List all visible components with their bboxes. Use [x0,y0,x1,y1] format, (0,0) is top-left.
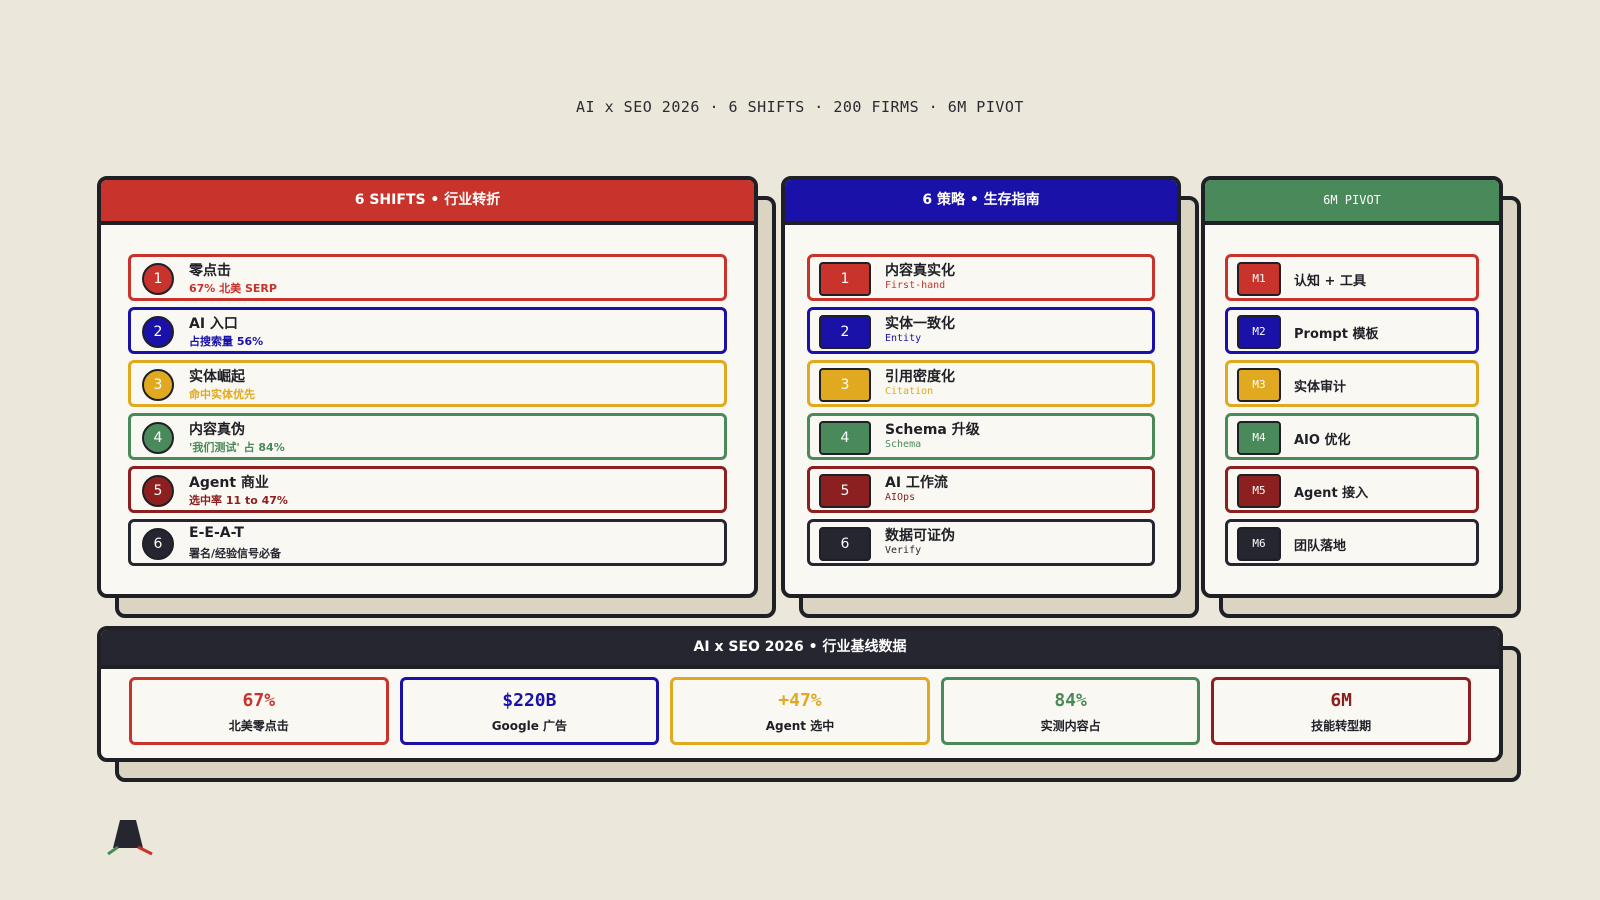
stat-card: 6M 技能转型期 [1211,677,1471,745]
strategy-item: 2 实体一致化 Entity [807,307,1155,354]
shift-title: 实体崛起 [189,369,245,385]
stat-card: 67% 北美零点击 [129,677,389,745]
strategy-number-badge: 5 [819,474,871,508]
shift-number-badge: 3 [142,369,174,401]
shift-title: 零点击 [189,263,231,279]
stat-value: 6M [1330,690,1353,711]
strategy-number-badge: 6 [819,527,871,561]
pivot-header: 6M PIVOT [1205,180,1499,225]
pivot-item: M5 Agent 接入 [1225,466,1479,513]
shift-number-badge: 6 [142,528,174,560]
strategies-card-body: 6 策略 • 生存指南 1 内容真实化 First-hand 2 实体一致化 Entity… [781,176,1181,598]
stat-card: 84% 实测内容占 [940,677,1201,745]
strategy-title: 内容真实化 [885,263,955,279]
stat-value: 84% [1054,690,1087,711]
shifts-list: 1 零点击 67% 北美 SERP 2 AI 入口占搜索量 56% 3 实体崛起命中实体优先… [128,254,727,572]
strategy-item: 6 数据可证伪 Verify [807,519,1155,566]
pivot-step-badge: M3 [1237,368,1281,402]
strategy-number-badge: 2 [819,315,871,349]
strategies-list: 1 内容真实化 First-hand 2 实体一致化 Entity 3 引用密度化 Citati… [807,254,1155,572]
pivot-step-badge: M6 [1237,527,1281,561]
shift-item: 3 实体崛起命中实体优先 [128,360,727,407]
stat-card: +47% Agent 选中 [670,677,930,745]
pivot-item: M6 团队落地 [1225,519,1479,566]
strategy-title: 数据可证伪 [885,528,955,544]
strategy-item: 3 引用密度化 Citation [807,360,1155,407]
stat-label: 技能转型期 [1311,719,1372,733]
shift-number-badge: 1 [142,263,174,295]
strategy-number-badge: 3 [819,368,871,402]
pivot-item: M2 Prompt 模板 [1225,307,1479,354]
shift-title: 内容真伪 [189,422,245,438]
pivot-title: Prompt 模板 [1294,327,1379,342]
strategy-subtitle: Schema [885,439,922,450]
pivot-item: M1 认知 + 工具 [1225,254,1479,301]
pivot-step-badge: M4 [1237,421,1281,455]
shift-number-badge: 4 [142,422,174,454]
strategy-number-badge: 1 [819,262,871,296]
stat-value: 67% [242,690,276,711]
strategy-subtitle: Verify [885,545,922,556]
pivot-list: M1 认知 + 工具 M2 Prompt 模板 M3 实体审计 M4 AIO 优化 M5 Agen… [1225,254,1479,572]
shift-item: 5 Agent 商业选中率 11 to 47% [128,466,727,513]
pivot-title: AIO 优化 [1294,433,1351,448]
strategy-item: 5 AI 工作流 AIOps [807,466,1155,513]
pivot-step-badge: M1 [1237,262,1281,296]
baseline-header: AI x SEO 2026 • 行业基线数据 [101,630,1499,669]
strategy-subtitle: Entity [885,333,922,344]
shift-subtitle: '我们测试' 占 84% [189,441,285,454]
strategy-item: 4 Schema 升级 Schema [807,413,1155,460]
pivot-card-body: 6M PIVOT M1 认知 + 工具 M2 Prompt 模板 M3 实体审计 M4 AIO… [1201,176,1503,598]
strategy-subtitle: Citation [885,386,934,397]
strategy-title: AI 工作流 [885,475,948,491]
baseline-card-body: AI x SEO 2026 • 行业基线数据 67% 北美零点击 $220B Goog… [97,626,1503,762]
stat-value: +47% [778,690,822,711]
strategies-header: 6 策略 • 生存指南 [785,180,1177,225]
strategy-title: 实体一致化 [885,316,955,332]
shift-subtitle: 署名/经验信号必备 [189,547,282,560]
shift-subtitle: 命中实体优先 [189,388,255,401]
strategy-subtitle: AIOps [885,492,916,503]
stat-label: Agent 选中 [765,719,835,733]
baseline-stats: 67% 北美零点击 $220B Google 广告 +47% Agent 选中 84% 实测内… [129,677,1471,745]
shift-item: 4 内容真伪 '我们测试' 占 84% [128,413,727,460]
pivot-title: 团队落地 [1294,539,1347,554]
stat-label: 实测内容占 [1040,719,1101,733]
pivot-item: M4 AIO 优化 [1225,413,1479,460]
triangle-logo-icon [107,820,153,856]
shifts-header: 6 SHIFTS • 行业转折 [101,180,754,225]
stat-label: 北美零点击 [228,719,289,733]
strategy-item: 1 内容真实化 First-hand [807,254,1155,301]
pivot-title: 认知 + 工具 [1294,274,1366,289]
pivot-item: M3 实体审计 [1225,360,1479,407]
pivot-card: 6M PIVOT M1 认知 + 工具 M2 Prompt 模板 M3 实体审计 M4 AIO… [1201,176,1521,618]
shift-item: 6 E-E-A-T 署名/经验信号必备 [128,519,727,566]
shift-title: Agent 商业 [189,475,269,491]
shift-subtitle: 67% 北美 SERP [189,282,277,295]
pivot-step-badge: M5 [1237,474,1281,508]
pivot-step-badge: M2 [1237,315,1281,349]
strategy-number-badge: 4 [819,421,871,455]
strategies-card: 6 策略 • 生存指南 1 内容真实化 First-hand 2 实体一致化 Entity… [781,176,1199,618]
shift-title: AI 入口 [189,316,238,332]
shift-item: 1 零点击 67% 北美 SERP [128,254,727,301]
shift-number-badge: 2 [142,316,174,348]
baseline-card: AI x SEO 2026 • 行业基线数据 67% 北美零点击 $220B Goog… [97,626,1521,782]
pivot-title: 实体审计 [1294,380,1347,395]
stat-label: Google 广告 [491,719,568,733]
strategy-subtitle: First-hand [885,280,946,291]
shift-title: E-E-A-T [189,525,244,541]
shifts-card: 6 SHIFTS • 行业转折 1 零点击 67% 北美 SERP 2 AI 入口占搜索… [97,176,776,618]
page-title: AI x SEO 2026 · 6 SHIFTS · 200 FIRMS · 6… [576,98,1024,116]
shift-number-badge: 5 [142,475,174,507]
shift-subtitle: 占搜索量 56% [189,335,264,348]
stat-card: $220B Google 广告 [399,677,660,745]
shift-item: 2 AI 入口占搜索量 56% [128,307,727,354]
pivot-title: Agent 接入 [1294,486,1369,501]
strategy-title: 引用密度化 [885,369,955,385]
stat-value: $220B [502,690,557,711]
shift-subtitle: 选中率 11 to 47% [189,494,288,507]
strategy-title: Schema 升级 [885,422,980,438]
shifts-card-body: 6 SHIFTS • 行业转折 1 零点击 67% 北美 SERP 2 AI 入口占搜索… [97,176,758,598]
